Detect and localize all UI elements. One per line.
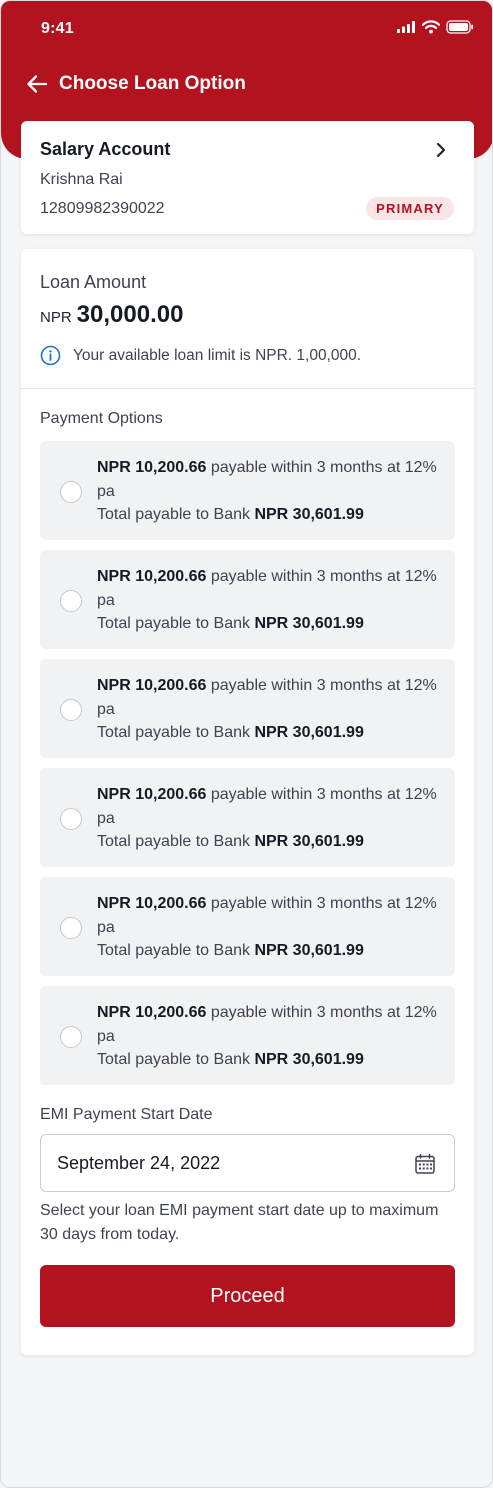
total-label: Total payable to Bank [97, 506, 255, 523]
loan-amount-label: Loan Amount [40, 272, 147, 292]
status-icons [396, 20, 474, 34]
loan-limit-info: Your available loan limit is NPR. 1,00,0… [40, 345, 361, 366]
payment-options-label: Payment Options [40, 410, 163, 427]
emi-amount: NPR 10,200.66 [97, 895, 207, 912]
emi-start-label: EMI Payment Start Date [40, 1106, 213, 1123]
primary-badge: PRIMARY [366, 197, 454, 220]
account-name: Salary Account [40, 139, 171, 159]
divider [21, 388, 474, 389]
payment-option-1[interactable]: NPR 10,200.66 payable within 3 months at… [40, 441, 455, 540]
radio-button[interactable] [60, 699, 82, 721]
calendar-icon[interactable] [414, 1153, 436, 1175]
emi-amount: NPR 10,200.66 [97, 786, 207, 803]
payment-option-text: NPR 10,200.66 payable within 3 months at… [97, 892, 442, 963]
total-amount: NPR 30,601.99 [254, 724, 364, 741]
emi-start-date-value: September 24, 2022 [57, 1153, 221, 1173]
total-amount: NPR 30,601.99 [254, 833, 364, 850]
total-label: Total payable to Bank [97, 1051, 255, 1068]
back-button[interactable] [23, 70, 51, 98]
emi-amount: NPR 10,200.66 [97, 459, 207, 476]
radio-button[interactable] [60, 1026, 82, 1048]
status-bar: 9:41 [1, 1, 492, 59]
total-label: Total payable to Bank [97, 942, 255, 959]
back-arrow-icon [27, 75, 48, 93]
payment-option-text: NPR 10,200.66 payable within 3 months at… [97, 783, 442, 854]
proceed-button[interactable]: Proceed [40, 1265, 455, 1327]
payment-option-2[interactable]: NPR 10,200.66 payable within 3 months at… [40, 550, 455, 649]
total-amount: NPR 30,601.99 [254, 506, 364, 523]
signal-icon [397, 21, 415, 33]
emi-amount: NPR 10,200.66 [97, 568, 207, 585]
app-screen: 9:41 Choose Loan Option Salary Account K… [0, 0, 493, 1488]
top-bar: Choose Loan Option [23, 69, 246, 99]
total-label: Total payable to Bank [97, 615, 255, 632]
payment-option-6[interactable]: NPR 10,200.66 payable within 3 months at… [40, 986, 455, 1085]
loan-limit-text: Your available loan limit is NPR. 1,00,0… [73, 346, 362, 364]
emi-start-date-field[interactable]: September 24, 2022 [40, 1134, 455, 1192]
emi-amount: NPR 10,200.66 [97, 677, 207, 694]
total-label: Total payable to Bank [97, 833, 255, 850]
emi-start-help-text: Select your loan EMI payment start date … [40, 1202, 439, 1243]
radio-button[interactable] [60, 808, 82, 830]
account-number: 12809982390022 [40, 200, 165, 217]
total-amount: NPR 30,601.99 [254, 615, 364, 632]
radio-button[interactable] [60, 917, 82, 939]
loan-amount-value: 30,000.00 [76, 301, 184, 328]
account-card[interactable]: Salary Account Krishna Rai 1280998239002… [21, 121, 474, 234]
battery-icon [446, 20, 474, 34]
account-holder: Krishna Rai [40, 171, 123, 188]
payment-option-text: NPR 10,200.66 payable within 3 months at… [97, 565, 442, 636]
radio-button[interactable] [60, 481, 82, 503]
payment-option-text: NPR 10,200.66 payable within 3 months at… [97, 674, 442, 745]
payment-option-4[interactable]: NPR 10,200.66 payable within 3 months at… [40, 768, 455, 867]
loan-card: Loan Amount NPR 30,000.00 Your available… [21, 249, 474, 1355]
payment-option-text: NPR 10,200.66 payable within 3 months at… [97, 1001, 442, 1072]
payment-option-text: NPR 10,200.66 payable within 3 months at… [97, 456, 442, 527]
total-amount: NPR 30,601.99 [254, 942, 364, 959]
loan-currency: NPR [40, 309, 72, 326]
page-title: Choose Loan Option [59, 73, 246, 94]
wifi-icon [422, 20, 440, 34]
emi-amount: NPR 10,200.66 [97, 1004, 207, 1021]
total-label: Total payable to Bank [97, 724, 255, 741]
radio-button[interactable] [60, 590, 82, 612]
chevron-right-icon[interactable] [430, 139, 452, 161]
info-icon [40, 345, 61, 366]
status-time: 9:41 [41, 20, 74, 37]
loan-amount: NPR 30,000.00 [40, 301, 183, 329]
total-amount: NPR 30,601.99 [254, 1051, 364, 1068]
payment-option-3[interactable]: NPR 10,200.66 payable within 3 months at… [40, 659, 455, 758]
payment-option-5[interactable]: NPR 10,200.66 payable within 3 months at… [40, 877, 455, 976]
